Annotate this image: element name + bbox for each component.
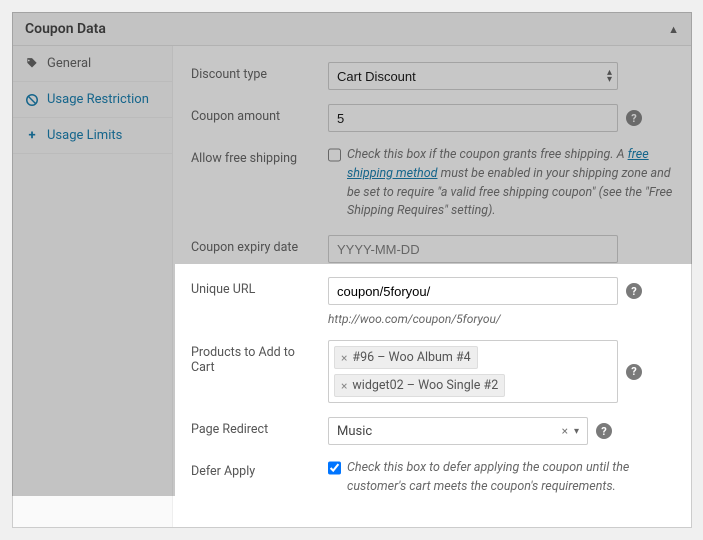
remove-tag-icon[interactable]: × <box>341 379 347 393</box>
products-add-input[interactable]: × #96 – Woo Album #4 × widget02 – Woo Si… <box>328 340 618 403</box>
clear-icon[interactable]: × <box>562 424 568 438</box>
tab-usage-restriction[interactable]: Usage Restriction <box>13 82 172 118</box>
row-coupon-amount: Coupon amount <box>191 104 673 132</box>
row-unique-url: Unique URL http://woo.com/coupon/5foryou… <box>191 277 673 326</box>
product-tag: × #96 – Woo Album #4 <box>334 346 478 369</box>
product-tag-label: widget02 – Woo Single #2 <box>352 378 498 393</box>
tab-restriction-label: Usage Restriction <box>47 92 149 107</box>
label-discount-type: Discount type <box>191 62 316 82</box>
unique-url-hint: http://woo.com/coupon/5foryou/ <box>328 312 673 326</box>
label-defer-apply: Defer Apply <box>191 459 316 479</box>
panel-title: Coupon Data <box>25 21 106 37</box>
coupon-amount-input[interactable] <box>328 104 618 132</box>
row-discount-type: Discount type Cart Discount ▴▾ <box>191 62 673 90</box>
page-redirect-select[interactable]: Music × ▾ <box>328 417 588 445</box>
row-products-add: Products to Add to Cart × #96 – Woo Albu… <box>191 340 673 403</box>
row-expiry: Coupon expiry date <box>191 235 673 263</box>
tab-content: Discount type Cart Discount ▴▾ Coupon am… <box>173 46 691 527</box>
help-icon[interactable] <box>626 283 642 299</box>
help-icon[interactable] <box>626 364 642 380</box>
row-page-redirect: Page Redirect Music × ▾ <box>191 417 673 445</box>
tab-general[interactable]: General <box>13 46 172 82</box>
tab-limits-label: Usage Limits <box>47 128 122 143</box>
plus-icon: + <box>25 129 39 143</box>
tab-usage-limits[interactable]: + Usage Limits <box>13 118 172 154</box>
unique-url-input[interactable] <box>328 277 618 305</box>
label-free-shipping: Allow free shipping <box>191 146 316 166</box>
product-tag: × widget02 – Woo Single #2 <box>334 374 505 397</box>
label-unique-url: Unique URL <box>191 277 316 297</box>
label-coupon-amount: Coupon amount <box>191 104 316 124</box>
tab-general-label: General <box>47 56 91 71</box>
label-page-redirect: Page Redirect <box>191 417 316 437</box>
coupon-data-panel: Coupon Data ▲ General Usage Restriction … <box>12 12 692 528</box>
tag-icon <box>25 57 39 71</box>
tabs-sidebar: General Usage Restriction + Usage Limits <box>13 46 173 527</box>
expiry-input[interactable] <box>328 235 618 263</box>
product-tag-label: #96 – Woo Album #4 <box>352 350 470 365</box>
free-shipping-checkbox[interactable] <box>328 148 341 162</box>
block-icon <box>25 93 39 107</box>
page-redirect-value: Music <box>337 424 372 439</box>
help-icon[interactable] <box>626 110 642 126</box>
panel-header[interactable]: Coupon Data ▲ <box>13 13 691 46</box>
row-free-shipping: Allow free shipping Check this box if th… <box>191 146 673 221</box>
remove-tag-icon[interactable]: × <box>341 351 347 365</box>
defer-apply-checkbox[interactable] <box>328 461 341 475</box>
discount-type-select[interactable]: Cart Discount <box>328 62 618 90</box>
chevron-down-icon[interactable]: ▾ <box>574 426 579 437</box>
defer-apply-desc: Check this box to defer applying the cou… <box>347 459 673 497</box>
help-icon[interactable] <box>596 423 612 439</box>
label-products-add: Products to Add to Cart <box>191 340 316 375</box>
row-defer-apply: Defer Apply Check this box to defer appl… <box>191 459 673 497</box>
label-expiry: Coupon expiry date <box>191 235 316 255</box>
free-shipping-desc: Check this box if the coupon grants free… <box>347 146 673 221</box>
collapse-icon[interactable]: ▲ <box>668 23 679 36</box>
